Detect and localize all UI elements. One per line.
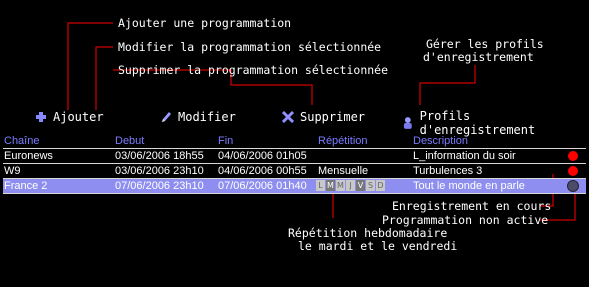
recording-status-icon <box>568 151 578 161</box>
profile-icon <box>403 117 412 129</box>
recording-status-icon <box>568 166 578 176</box>
column-header-repetition[interactable]: Répétition <box>318 135 368 148</box>
inactive-status-icon <box>567 180 579 192</box>
weekday-indicators: L M M J V S D <box>316 180 385 191</box>
weekday-indicator: D <box>376 180 385 191</box>
edit-button[interactable]: Modifier <box>158 109 236 125</box>
profiles-button[interactable]: Profils d'enregistrement <box>400 109 589 137</box>
table-row[interactable]: W9 03/06/2006 23h10 04/06/2006 00h55 Men… <box>3 164 586 179</box>
annotation-recording: Enregistrement en cours <box>392 199 552 213</box>
cell-chaine: France 2 <box>4 180 48 192</box>
cell-fin: 04/06/2006 00h55 <box>218 165 307 177</box>
annotation-repetition-line2: le mardi et le vendredi <box>298 239 458 253</box>
column-header-description[interactable]: Description <box>413 135 468 148</box>
column-header-debut[interactable]: Debut <box>115 135 144 148</box>
cell-repetition: Mensuelle <box>318 165 369 177</box>
annotation-edit: Modifier la programmation sélectionnée <box>118 40 382 54</box>
weekday-indicator: L <box>316 180 325 191</box>
annotation-inactive: Programmation non active <box>382 213 549 227</box>
cell-chaine: W9 <box>4 165 21 177</box>
add-label: Ajouter <box>53 110 104 124</box>
table-row[interactable]: Euronews 03/06/2006 18h55 04/06/2006 01h… <box>3 149 586 164</box>
weekday-indicator-active: V <box>356 180 365 191</box>
add-button[interactable]: Ajouter <box>33 109 104 125</box>
cell-fin: 04/06/2006 01h05 <box>218 150 307 162</box>
annotation-delete: Supprimer la programmation sélectionnée <box>118 63 389 77</box>
delete-label: Supprimer <box>300 110 366 124</box>
cell-description: Tout le monde en parle <box>413 180 525 192</box>
pencil-icon <box>162 112 171 122</box>
table-row-selected[interactable]: France 2 07/06/2006 23h10 07/06/2006 01h… <box>3 179 586 194</box>
annotation-profiles-line2: d'enregistrement <box>423 50 534 64</box>
weekday-indicator-active: M <box>326 180 335 191</box>
cell-debut: 07/06/2006 23h10 <box>115 180 204 192</box>
annotation-profiles-line1: Gérer les profils <box>426 37 544 51</box>
delete-button[interactable]: Supprimer <box>280 109 365 125</box>
annotation-repetition-line1: Répétition hebdomadaire <box>288 226 448 240</box>
weekday-indicator: J <box>346 180 355 191</box>
schedule-table: Chaîne Debut Fin Répétition Description … <box>3 134 586 194</box>
cell-chaine: Euronews <box>4 150 53 162</box>
table-header: Chaîne Debut Fin Répétition Description <box>3 134 586 149</box>
edit-label: Modifier <box>178 110 236 124</box>
cell-debut: 03/06/2006 23h10 <box>115 165 204 177</box>
column-header-fin[interactable]: Fin <box>218 135 233 148</box>
column-header-chaine[interactable]: Chaîne <box>4 135 39 148</box>
cross-icon <box>281 110 295 124</box>
annotation-add: Ajouter une programmation <box>118 16 292 30</box>
weekday-indicator: M <box>336 180 345 191</box>
cell-description: Turbulences 3 <box>413 165 483 177</box>
cell-description: L_information du soir <box>413 150 516 162</box>
plus-icon <box>36 112 46 122</box>
cell-debut: 03/06/2006 18h55 <box>115 150 204 162</box>
weekday-indicator: S <box>366 180 375 191</box>
cell-fin: 07/06/2006 01h40 <box>218 180 307 192</box>
profiles-label: Profils d'enregistrement <box>419 109 536 137</box>
